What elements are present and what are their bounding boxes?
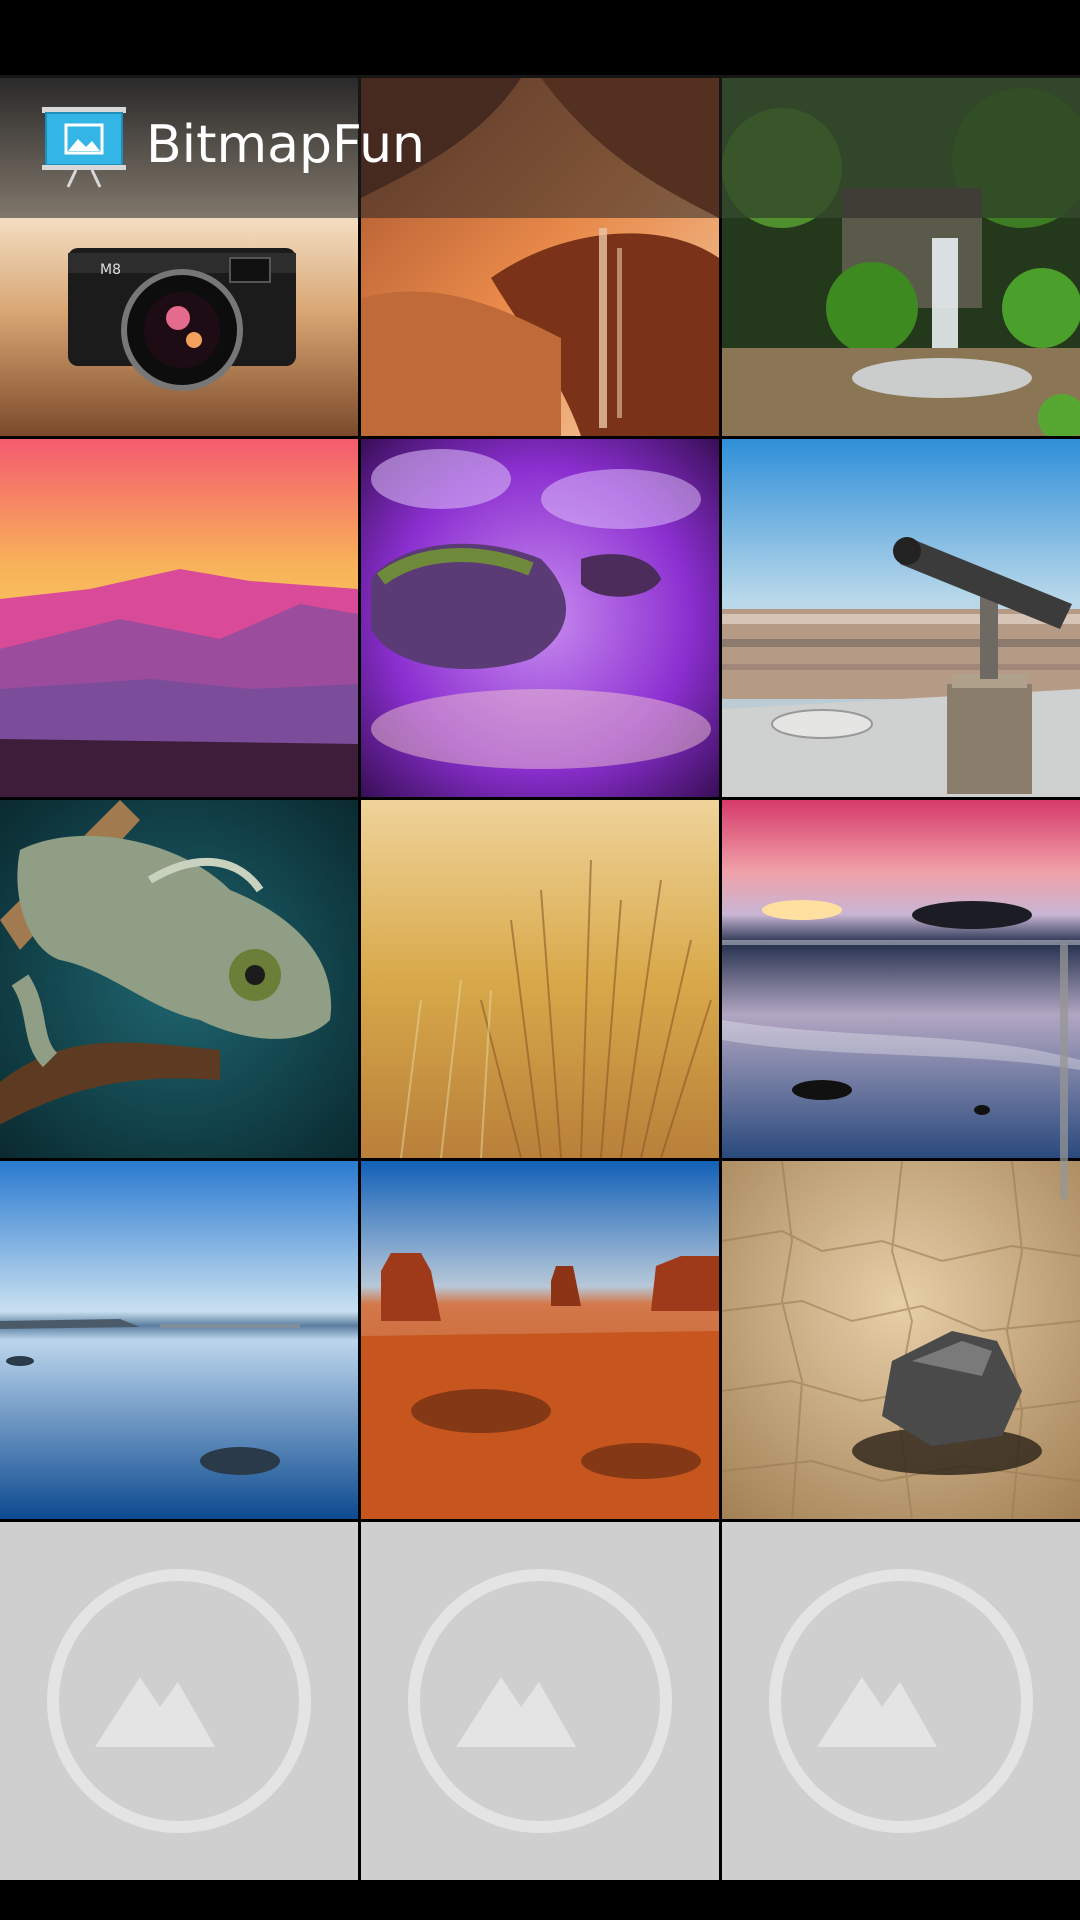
empty-photo-icon[interactable]: [722, 1522, 1080, 1880]
svg-text:M8: M8: [100, 262, 121, 278]
grid-row: [0, 1161, 1080, 1519]
grid-thumbnail-beach-sunset[interactable]: [722, 800, 1080, 1158]
empty-photo-icon[interactable]: [361, 1522, 719, 1880]
slideshow-presentation-icon[interactable]: [40, 105, 128, 189]
grid-thumbnail-purple-stream[interactable]: [361, 439, 719, 797]
grid-thumbnail-mountain-sunset[interactable]: [0, 439, 358, 797]
grid-row: [0, 439, 1080, 797]
app-title: BitmapFun: [146, 115, 426, 175]
action-bar: BitmapFun: [0, 75, 1080, 218]
grid-thumbnail-monument-valley[interactable]: [361, 1161, 719, 1519]
grid-row: [0, 800, 1080, 1158]
image-grid[interactable]: M8: [0, 75, 1080, 1920]
empty-photo-icon[interactable]: [0, 1522, 358, 1880]
status-bar: [0, 0, 1080, 75]
grid-thumbnail-golden-grass[interactable]: [361, 800, 719, 1158]
grid-thumbnail-desert-rock[interactable]: [722, 1161, 1080, 1519]
grid-thumbnail-chameleon[interactable]: [0, 800, 358, 1158]
grid-thumbnail-blue-lake[interactable]: [0, 1161, 358, 1519]
scrollbar[interactable]: [1060, 943, 1068, 1200]
grid-row: [0, 1522, 1080, 1880]
grid-thumbnail-telescope[interactable]: [722, 439, 1080, 797]
